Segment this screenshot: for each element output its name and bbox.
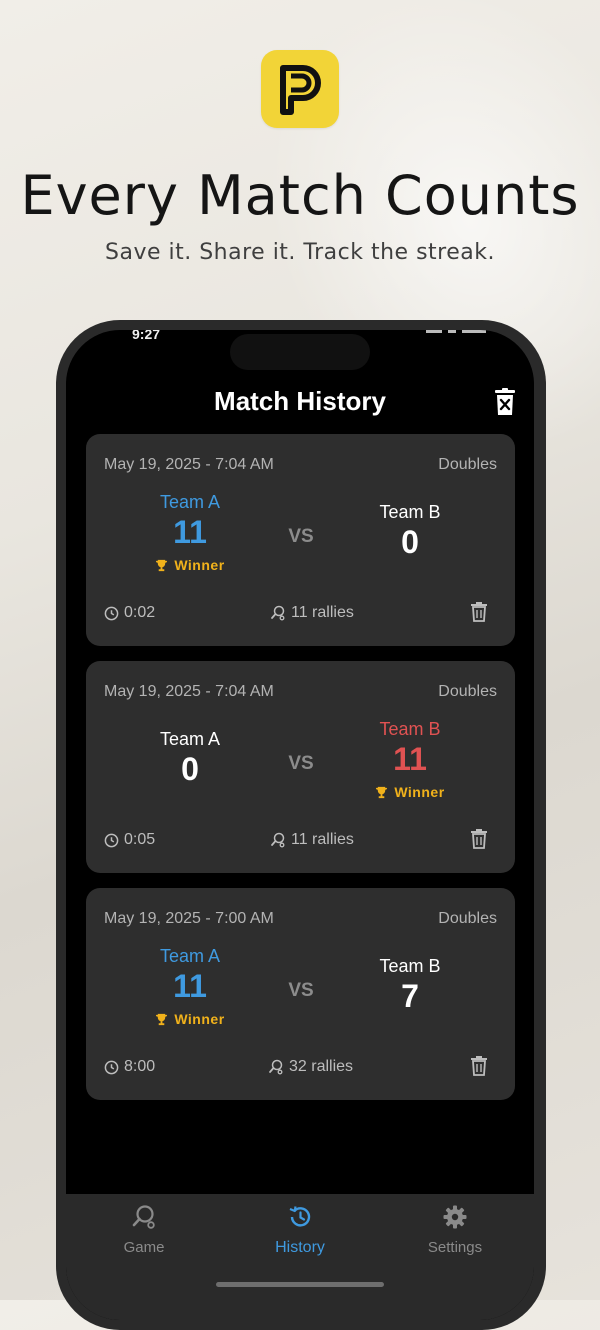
winner-badge: Winner xyxy=(100,557,280,573)
clear-history-button[interactable] xyxy=(494,388,516,416)
page-title: Match History xyxy=(214,386,386,416)
team-a-score: 11 xyxy=(173,968,207,1004)
trophy-icon xyxy=(156,1013,168,1025)
tab-game[interactable]: Game xyxy=(84,1204,204,1256)
team-b-block: Team B 7 xyxy=(320,956,500,1015)
vs-label: VS xyxy=(288,980,314,1001)
vs-label: VS xyxy=(288,753,314,774)
team-b-score: 0 xyxy=(401,524,419,560)
clock-icon xyxy=(104,606,119,620)
team-a-name: Team A xyxy=(159,946,221,966)
team-a-name: Team A xyxy=(159,492,221,512)
paddle-icon xyxy=(269,1059,283,1075)
team-a-name: Team A xyxy=(159,729,221,749)
match-mode: Doubles xyxy=(438,683,497,700)
tab-history-label: History xyxy=(275,1239,325,1256)
team-a-block: Team A 0 xyxy=(100,729,280,788)
trophy-icon xyxy=(156,559,168,571)
match-card[interactable]: May 19, 2025 - 7:00 AM Doubles Team A 11… xyxy=(86,888,515,1100)
history-icon xyxy=(289,1206,311,1227)
delete-match-button[interactable] xyxy=(471,1056,487,1076)
match-card[interactable]: May 19, 2025 - 7:04 AM Doubles Team A 11… xyxy=(86,434,515,646)
trophy-icon xyxy=(376,786,388,798)
promo-headline: Every Match Counts xyxy=(20,164,580,227)
match-rallies: 32 rallies xyxy=(268,1058,353,1076)
team-a-block: Team A 11 Winner xyxy=(100,492,280,573)
team-a-block: Team A 11 Winner xyxy=(100,946,280,1027)
clock-icon xyxy=(104,1060,119,1074)
team-a-score: 0 xyxy=(181,751,199,787)
team-b-score: 11 xyxy=(393,741,427,777)
match-duration: 0:05 xyxy=(104,831,155,849)
match-card[interactable]: May 19, 2025 - 7:04 AM Doubles Team A 0 … xyxy=(86,661,515,873)
vs-label: VS xyxy=(288,526,314,547)
status-icons xyxy=(426,330,486,338)
gear-icon xyxy=(443,1205,467,1229)
winner-badge: Winner xyxy=(100,1011,280,1027)
team-b-name: Team B xyxy=(379,956,441,976)
paddle-icon xyxy=(271,832,285,848)
delete-match-button[interactable] xyxy=(471,602,487,622)
tab-settings-label: Settings xyxy=(427,1239,483,1256)
winner-label: Winner xyxy=(394,784,445,800)
match-duration: 0:02 xyxy=(104,604,155,622)
status-time: 9:27 xyxy=(132,330,161,342)
match-mode: Doubles xyxy=(438,910,497,927)
winner-badge: Winner xyxy=(320,784,500,800)
paddle-icon xyxy=(132,1205,155,1229)
tab-bar: Game History Settings xyxy=(66,1194,534,1320)
winner-label: Winner xyxy=(174,1011,225,1027)
tab-settings[interactable]: Settings xyxy=(395,1204,515,1256)
team-b-block: Team B 11 Winner xyxy=(320,719,500,800)
match-date: May 19, 2025 - 7:04 AM xyxy=(104,683,274,700)
team-b-score: 7 xyxy=(401,978,419,1014)
phone-frame: 9:27 Match History May 19, 2025 - 7:04 A… xyxy=(56,320,546,1330)
phone-screen: 9:27 Match History May 19, 2025 - 7:04 A… xyxy=(66,330,534,1320)
match-mode: Doubles xyxy=(438,456,497,473)
tab-game-label: Game xyxy=(123,1239,165,1256)
match-date: May 19, 2025 - 7:00 AM xyxy=(104,910,274,927)
tab-history[interactable]: History xyxy=(240,1204,360,1257)
match-date: May 19, 2025 - 7:04 AM xyxy=(104,456,274,473)
winner-label: Winner xyxy=(174,557,225,573)
app-logo xyxy=(261,50,339,128)
paddle-icon xyxy=(271,605,285,621)
team-b-block: Team B 0 xyxy=(320,502,500,561)
match-duration: 8:00 xyxy=(104,1058,155,1076)
promo-subline: Save it. Share it. Track the streak. xyxy=(105,240,495,265)
home-indicator[interactable] xyxy=(216,1282,384,1287)
clock-icon xyxy=(104,833,119,847)
team-b-name: Team B xyxy=(379,719,441,739)
delete-match-button[interactable] xyxy=(471,829,487,849)
match-rallies: 11 rallies xyxy=(270,831,354,849)
team-b-name: Team B xyxy=(379,502,441,522)
match-rallies: 11 rallies xyxy=(270,604,354,622)
team-a-score: 11 xyxy=(173,514,207,550)
dynamic-island xyxy=(230,334,370,370)
